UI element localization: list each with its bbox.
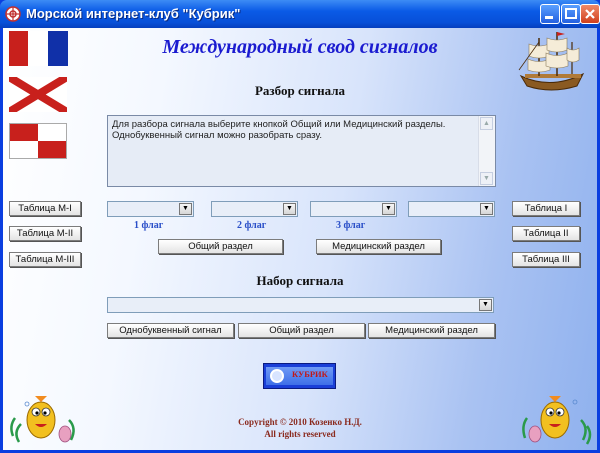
- title-bar[interactable]: Морской интернет-клуб "Кубрик": [0, 0, 600, 28]
- table-m3-button[interactable]: Таблица M-III: [9, 252, 81, 267]
- close-icon: [585, 9, 595, 19]
- maximize-button[interactable]: [561, 4, 581, 24]
- table-m2-button[interactable]: Таблица M-II: [9, 226, 81, 241]
- close-button[interactable]: [580, 4, 600, 24]
- window-title: Морской интернет-клуб "Кубрик": [26, 6, 241, 21]
- rights-text: All rights reserved: [264, 429, 336, 439]
- chevron-down-icon[interactable]: ▼: [480, 203, 493, 215]
- info-line-2: Однобуквенный сигнал можно разобрать сра…: [112, 130, 322, 141]
- minimize-button[interactable]: [540, 4, 560, 24]
- table-2-button[interactable]: Таблица II: [512, 226, 580, 241]
- chevron-down-icon[interactable]: ▼: [179, 203, 192, 215]
- ship-wheel-icon: [270, 369, 284, 383]
- decode-general-button[interactable]: Общий раздел: [158, 239, 283, 254]
- main-panel: Международный свод сигналов Разбор сигна…: [3, 28, 597, 450]
- compose-general-button[interactable]: Общий раздел: [238, 323, 365, 338]
- app-icon: [5, 6, 21, 22]
- decode-medical-button[interactable]: Медицинский раздел: [316, 239, 441, 254]
- flag-label-3: 3 флаг: [336, 220, 366, 231]
- single-letter-signal-button[interactable]: Однобуквенный сигнал: [107, 323, 234, 338]
- flag-select-0[interactable]: ▼: [107, 201, 194, 217]
- kubrik-logo-panel: КУБРИК: [266, 367, 333, 385]
- info-line-1: Для разбора сигнала выберите кнопкой Общ…: [112, 119, 446, 130]
- decode-section-title: Разбор сигнала: [254, 83, 346, 98]
- minimize-icon: [545, 16, 553, 19]
- scroll-up-icon[interactable]: ▲: [480, 117, 493, 130]
- table-1-button[interactable]: Таблица I: [512, 201, 580, 216]
- app-window: Морской интернет-клуб "Кубрик" Междунаро…: [0, 0, 600, 453]
- copyright-block: Copyright © 2010 Козенко Н.Д. All rights…: [3, 416, 597, 440]
- flag-select-2[interactable]: ▼: [310, 201, 397, 217]
- flag-u-icon: [9, 123, 67, 159]
- chevron-down-icon[interactable]: ▼: [382, 203, 395, 215]
- vertical-scrollbar[interactable]: ▲ ▼: [478, 116, 495, 186]
- flag-select-1[interactable]: ▼: [211, 201, 298, 217]
- page-title: Международный свод сигналов: [162, 36, 438, 58]
- decode-info-textarea[interactable]: Для разбора сигнала выберите кнопкой Общ…: [107, 115, 496, 187]
- flag-label-2: 2 флаг: [237, 220, 267, 231]
- flag-label-1: 1 флаг: [134, 220, 164, 231]
- chevron-down-icon[interactable]: ▼: [479, 299, 492, 311]
- kubrik-logo-text: КУБРИК: [292, 369, 328, 379]
- scroll-down-icon[interactable]: ▼: [480, 172, 493, 185]
- copyright-text: Copyright © 2010 Козенко Н.Д.: [238, 417, 362, 427]
- table-m1-button[interactable]: Таблица M-I: [9, 201, 81, 216]
- chevron-down-icon[interactable]: ▼: [283, 203, 296, 215]
- flag-select-3[interactable]: ▼: [408, 201, 495, 217]
- table-3-button[interactable]: Таблица III: [512, 252, 580, 267]
- kubrik-logo[interactable]: КУБРИК: [263, 363, 336, 389]
- compose-section-title: Набор сигнала: [256, 273, 344, 288]
- compose-medical-button[interactable]: Медицинский раздел: [368, 323, 495, 338]
- maximize-icon: [565, 8, 577, 19]
- compose-select[interactable]: ▼: [107, 297, 494, 313]
